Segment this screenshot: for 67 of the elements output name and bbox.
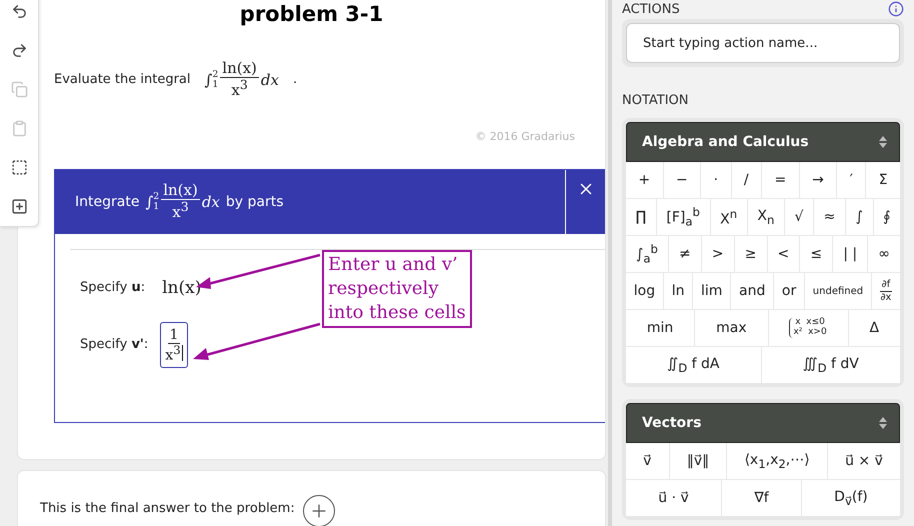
notation-button[interactable]: · (701, 162, 730, 198)
notation-button[interactable]: ≈ (814, 199, 845, 235)
period: . (292, 72, 298, 88)
notation-button[interactable]: lim (693, 273, 730, 309)
notation-button[interactable]: u⃗ × v⃗ (828, 443, 900, 479)
palette-title: Algebra and Calculus (642, 134, 809, 150)
integral-sign: ∫ (204, 70, 212, 89)
field-label: Specify v': (80, 337, 148, 352)
notation-button[interactable]: √ (784, 199, 814, 235)
notation-button[interactable]: ≤ (800, 236, 832, 272)
add-button[interactable] (302, 494, 335, 526)
field-label: Specify u: (80, 280, 146, 295)
notation-button[interactable]: D$_{v⃗}$(f) (802, 480, 900, 516)
up-down-icon (879, 136, 887, 148)
notation-button[interactable]: = (762, 162, 799, 198)
notation-button[interactable]: − (664, 162, 700, 198)
notation-button[interactable]: > (702, 236, 734, 272)
notation-button[interactable]: + (626, 162, 663, 198)
dialog-title: Integrate (75, 194, 140, 210)
annotation-note: Enter u and v’ respectively into these cells (322, 250, 472, 328)
notation-button[interactable]: u⃗ · v⃗ (626, 480, 722, 516)
notation-button[interactable]: ≠ (668, 236, 701, 272)
notation-button[interactable]: undefined (805, 273, 871, 309)
notation-button[interactable]: x x≤0 x² x>0 (768, 310, 848, 346)
notation-button[interactable]: or (774, 273, 804, 309)
math-input-field[interactable]: 1 x$^{3}$ (160, 322, 188, 368)
copyright-text: © 2016 Gradarius (475, 130, 575, 142)
notation-button[interactable]: ∭$_{D}$ f dV (762, 347, 900, 383)
notation-button[interactable]: ∞ (868, 236, 900, 272)
problem-prompt: Evaluate the integral (54, 72, 191, 88)
math-input-field[interactable]: ln(x) (157, 268, 206, 308)
notation-button[interactable]: X$^{n}$ (710, 199, 747, 235)
notation-button[interactable]: | | (833, 236, 868, 272)
notation-button[interactable]: < (768, 236, 800, 272)
notation-button[interactable]: ln (664, 273, 692, 309)
notation-button[interactable]: ∬$_{D}$ f dA (626, 347, 761, 383)
notation-button[interactable]: v⃗ (626, 443, 669, 479)
notation-button[interactable]: ∂f ∂x (872, 273, 900, 309)
notation-button[interactable]: min (626, 310, 694, 346)
action-search-field[interactable]: Start typing action name... (626, 23, 900, 63)
notation-button[interactable]: ≥ (734, 236, 766, 272)
dialog-title: by parts (226, 194, 284, 210)
notation-button[interactable]: and (731, 273, 774, 309)
notation-button[interactable]: ⟨x$_{1}$,x$_{2}$,⋯⟩ (727, 443, 827, 479)
section-label: ACTIONS (622, 2, 680, 16)
notation-button[interactable]: X$_{n}$ (748, 199, 784, 235)
up-down-icon (879, 417, 887, 429)
info-icon[interactable] (888, 1, 904, 17)
palette-header[interactable]: Vectors (626, 403, 900, 443)
palette-header[interactable]: Algebra and Calculus (626, 122, 900, 162)
notation-button[interactable]: ∮ (874, 199, 900, 235)
notation-button[interactable]: ‖v⃗‖ (670, 443, 726, 479)
notation-button[interactable]: Σ (866, 162, 900, 198)
palette-title: Vectors (642, 415, 702, 431)
notation-button[interactable]: ∇f (722, 480, 801, 516)
section-label: NOTATION (622, 93, 690, 108)
problem-title: problem 3-1 (240, 1, 384, 26)
notation-button[interactable]: max (695, 310, 768, 346)
integral-sign: ∫ (145, 192, 154, 210)
notation-button[interactable]: ∫ (846, 199, 872, 235)
notation-button[interactable]: → (800, 162, 836, 198)
notation-button[interactable]: Δ (848, 310, 900, 346)
final-answer-text: This is the final answer to the problem: (40, 500, 295, 516)
notation-button[interactable]: ′ (837, 162, 866, 198)
notation-button[interactable]: ∏ (626, 199, 656, 235)
notation-button[interactable]: / (732, 162, 762, 198)
notation-button[interactable]: log (626, 273, 663, 309)
